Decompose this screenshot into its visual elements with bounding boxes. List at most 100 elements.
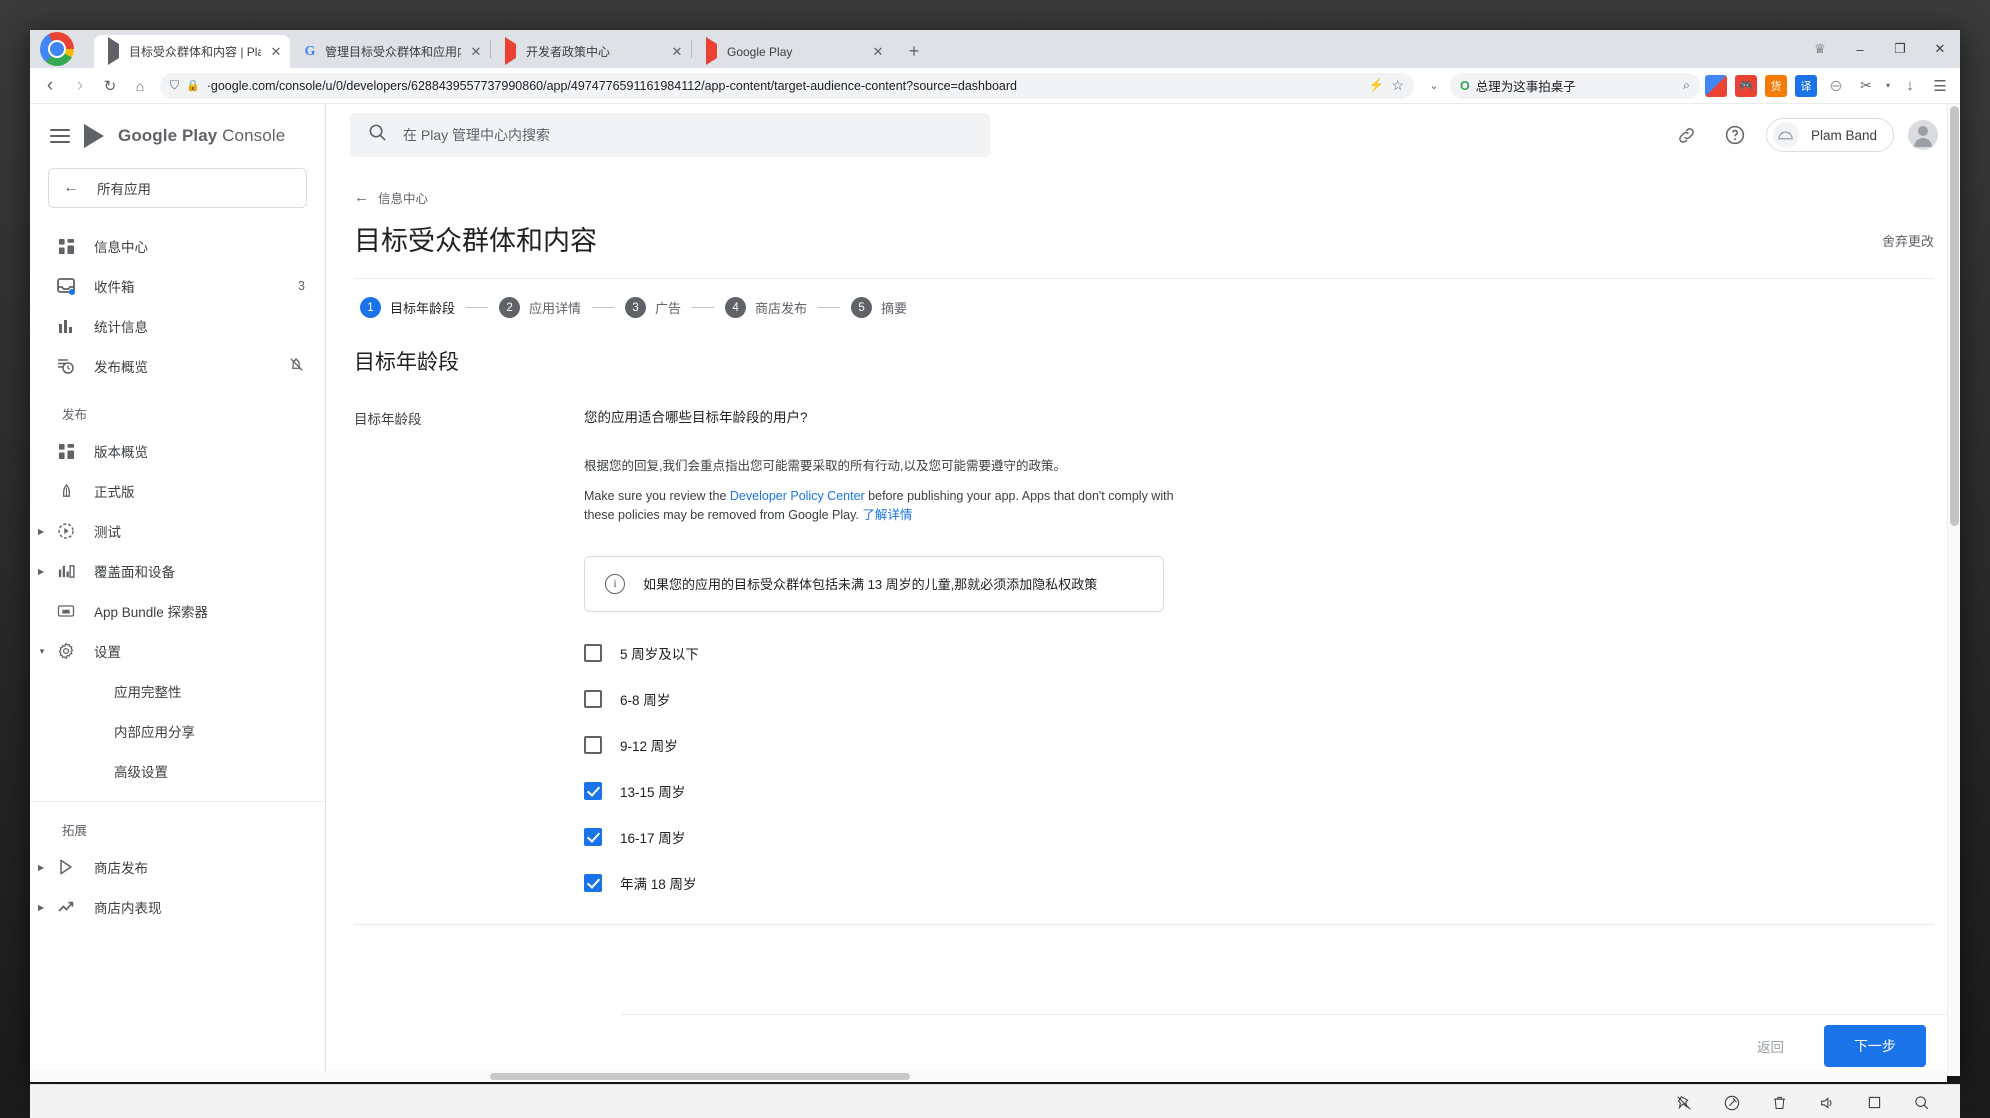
tab-close-icon[interactable]: ✕ xyxy=(268,44,284,60)
breadcrumb[interactable]: ← 信息中心 xyxy=(354,166,1934,207)
sidebar-item-production[interactable]: 正式版 xyxy=(30,471,325,511)
tab-close-icon[interactable]: ✕ xyxy=(468,44,484,60)
age-option-row[interactable]: 9-12 周岁 xyxy=(584,722,1584,768)
expand-caret-icon[interactable]: ▶ xyxy=(38,903,54,912)
sidebar-item-store-performance[interactable]: ▶ 商店内表现 xyxy=(30,887,325,927)
age-checkbox-18-plus[interactable] xyxy=(584,873,602,892)
browser-tab-4[interactable]: Google Play ✕ xyxy=(692,35,892,68)
age-checkbox-6-8[interactable] xyxy=(584,689,602,708)
age-checkbox-9-12[interactable] xyxy=(584,735,602,754)
sidebar-item-inbox[interactable]: 收件箱 3 xyxy=(30,266,325,306)
scissors-icon[interactable]: ✂ xyxy=(1852,72,1880,100)
search-icon[interactable]: ⌕ xyxy=(1683,78,1690,93)
minimize-button[interactable]: – xyxy=(1840,33,1880,65)
search-icon[interactable] xyxy=(1913,1094,1930,1111)
download-icon[interactable]: ↓ xyxy=(1896,72,1924,100)
scrollbar-thumb[interactable] xyxy=(490,1073,910,1080)
volume-icon[interactable] xyxy=(1818,1094,1836,1112)
browser-menu-icon[interactable]: ☰ xyxy=(1926,72,1954,100)
sidebar-item-settings[interactable]: ▼ 设置 xyxy=(30,631,325,671)
hamburger-menu-icon[interactable] xyxy=(50,125,70,147)
age-option-row[interactable]: 16-17 周岁 xyxy=(584,814,1584,860)
sidebar-item-app-bundle-explorer[interactable]: App Bundle 探索器 xyxy=(30,591,325,631)
bookmark-star-icon[interactable]: ☆ xyxy=(1391,77,1404,94)
sidebar-item-dashboard[interactable]: 信息中心 xyxy=(30,226,325,266)
browser-tab-3[interactable]: 开发者政策中心 ✕ xyxy=(491,35,691,68)
address-bar[interactable]: ⛉ 🔒 ·google.com/console/u/0/developers/6… xyxy=(160,72,1414,99)
age-option-row[interactable]: 5 周岁及以下 xyxy=(584,630,1584,676)
sidebar-subitem-advanced-settings[interactable]: 高级设置 xyxy=(30,751,325,791)
secondary-search-box[interactable]: O 总理为这事拍桌子 ⌕ xyxy=(1450,72,1700,99)
new-tab-button[interactable]: + xyxy=(900,37,928,65)
tab-title: 目标受众群体和内容 | Plam Ban xyxy=(129,45,261,59)
sidebar-item-label: 统计信息 xyxy=(94,320,148,335)
sidebar-subitem-label: 内部应用分享 xyxy=(114,725,195,740)
reload-button[interactable]: ↻ xyxy=(96,72,124,100)
age-option-row[interactable]: 年满 18 周岁 xyxy=(584,860,1584,906)
sidebar-item-testing[interactable]: ▶ 测试 xyxy=(30,511,325,551)
sidebar-subitem-internal-app-sharing[interactable]: 内部应用分享 xyxy=(30,711,325,751)
edit-off-icon[interactable] xyxy=(1723,1094,1741,1112)
all-apps-button[interactable]: ← 所有应用 xyxy=(48,168,307,208)
expand-caret-icon[interactable]: ▶ xyxy=(38,863,54,872)
expand-caret-icon[interactable]: ▶ xyxy=(38,527,54,536)
forward-button[interactable]: › xyxy=(66,72,94,100)
sidebar-item-release-overview[interactable]: 发布概览 xyxy=(30,346,325,386)
collapse-caret-icon[interactable]: ▼ xyxy=(38,647,54,656)
omnibox-dropdown-icon[interactable]: ⌄ xyxy=(1420,72,1448,100)
android-icon xyxy=(1772,122,1799,148)
game-controller-icon[interactable]: 🎮 xyxy=(1735,74,1757,97)
help-icon[interactable] xyxy=(1718,118,1752,152)
back-button[interactable]: 返回 xyxy=(1743,1028,1798,1064)
tab-close-icon[interactable]: ✕ xyxy=(870,44,886,60)
sidebar-item-version-overview[interactable]: 版本概览 xyxy=(30,431,325,471)
learn-more-link[interactable]: 了解详情 xyxy=(862,508,912,522)
sidebar-subitem-app-integrity[interactable]: 应用完整性 xyxy=(30,671,325,711)
age-option-row[interactable]: 13-15 周岁 xyxy=(584,768,1584,814)
trash-icon[interactable] xyxy=(1771,1094,1788,1111)
step-2[interactable]: 2 应用详情 xyxy=(499,297,581,318)
flash-icon[interactable]: ⚡ xyxy=(1369,78,1385,93)
step-5[interactable]: 5 摘要 xyxy=(851,297,907,318)
browser-tab-1[interactable]: 目标受众群体和内容 | Plam Ban ✕ xyxy=(94,35,290,68)
pin-off-icon[interactable] xyxy=(1675,1094,1693,1112)
step-1[interactable]: 1 目标年龄段 xyxy=(360,297,455,318)
back-button[interactable]: ‹ xyxy=(36,72,64,100)
browser-toolbar: ‹ › ↻ ⌂ ⛉ 🔒 ·google.com/console/u/0/deve… xyxy=(30,68,1960,104)
block-icon[interactable]: ⊖ xyxy=(1822,72,1850,100)
horizontal-scrollbar[interactable] xyxy=(30,1071,1947,1082)
sidebar-item-reach-devices[interactable]: ▶ 覆盖面和设备 xyxy=(30,551,325,591)
main-content: 在 Play 管理中心内搜索 Plam Band ← 信息中心 目标受众群体和内… xyxy=(326,104,1960,1076)
shirt-icon[interactable]: ♕ xyxy=(1800,33,1840,65)
window-icon[interactable] xyxy=(1866,1094,1883,1111)
home-button[interactable]: ⌂ xyxy=(126,72,154,100)
expand-caret-icon[interactable]: ▶ xyxy=(38,567,54,576)
age-option-row[interactable]: 6-8 周岁 xyxy=(584,676,1584,722)
translate-icon[interactable]: 译 xyxy=(1795,74,1817,97)
age-checkbox-5-and-under[interactable] xyxy=(584,643,602,662)
account-chip[interactable]: Plam Band xyxy=(1765,118,1894,152)
discard-changes-button[interactable]: 舍弃更改 xyxy=(1882,207,1934,250)
next-button[interactable]: 下一步 xyxy=(1824,1024,1926,1067)
sidebar-item-store-presence[interactable]: ▶ 商店发布 xyxy=(30,847,325,887)
age-checkbox-16-17[interactable] xyxy=(584,827,602,846)
apps-grid-icon[interactable] xyxy=(1705,74,1727,97)
bell-off-icon[interactable] xyxy=(288,356,305,376)
scissors-dropdown-icon[interactable]: ▾ xyxy=(1882,72,1894,100)
age-checkbox-13-15[interactable] xyxy=(584,781,602,800)
link-icon[interactable] xyxy=(1670,118,1704,152)
maximize-button[interactable]: ❐ xyxy=(1880,33,1920,65)
search-input[interactable]: 在 Play 管理中心内搜索 xyxy=(350,113,990,157)
developer-policy-center-link[interactable]: Developer Policy Center xyxy=(730,489,865,503)
close-window-button[interactable]: ✕ xyxy=(1920,33,1960,65)
sidebar-item-statistics[interactable]: 统计信息 xyxy=(30,306,325,346)
page-vertical-scrollbar[interactable] xyxy=(1947,104,1960,1076)
browser-tab-2[interactable]: G 管理目标受众群体和应用内容设 ✕ xyxy=(290,35,490,68)
brand-title-bold: Google Play xyxy=(118,126,218,145)
tab-close-icon[interactable]: ✕ xyxy=(669,44,685,60)
step-3[interactable]: 3 广告 xyxy=(625,297,681,318)
scrollbar-thumb[interactable] xyxy=(1950,106,1959,526)
avatar[interactable] xyxy=(1908,120,1938,150)
coupon-icon[interactable]: 货 xyxy=(1765,74,1787,97)
step-4[interactable]: 4 商店发布 xyxy=(725,297,807,318)
